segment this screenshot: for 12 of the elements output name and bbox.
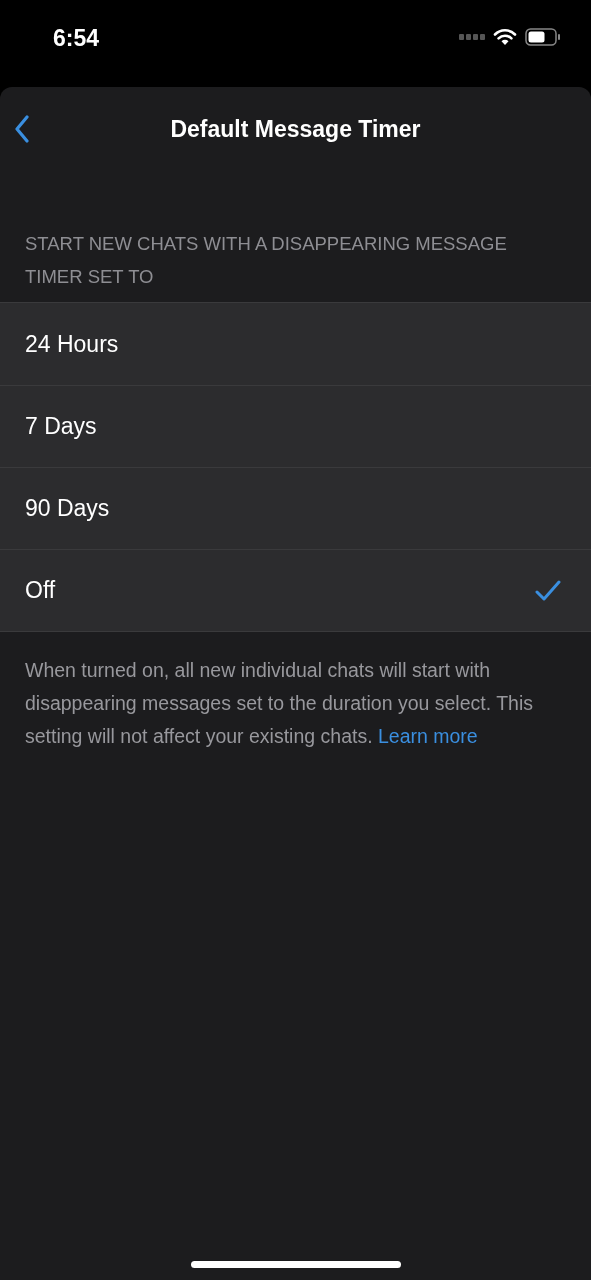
footer-description: When turned on, all new individual chats will start with disappearing messages set to the duration you select. This setting will not affect your existing chats. Learn more (25, 658, 535, 749)
status-time: 6:54 (53, 25, 100, 52)
timer-option[interactable]: Off (0, 549, 591, 631)
section-header: START NEW CHATS WITH A DISAPPEARING MESSAGE TIMER SET TO (25, 232, 508, 289)
battery-icon (525, 28, 561, 46)
signal-icon (459, 34, 485, 40)
screen-title: Default Message Timer (170, 115, 421, 143)
timer-option[interactable]: 7 Days (0, 385, 591, 467)
timer-option[interactable]: 90 Days (0, 467, 591, 549)
learn-more-link[interactable]: Learn more (378, 725, 478, 747)
wifi-icon (493, 28, 517, 46)
timer-option[interactable]: 24 Hours (0, 303, 591, 385)
